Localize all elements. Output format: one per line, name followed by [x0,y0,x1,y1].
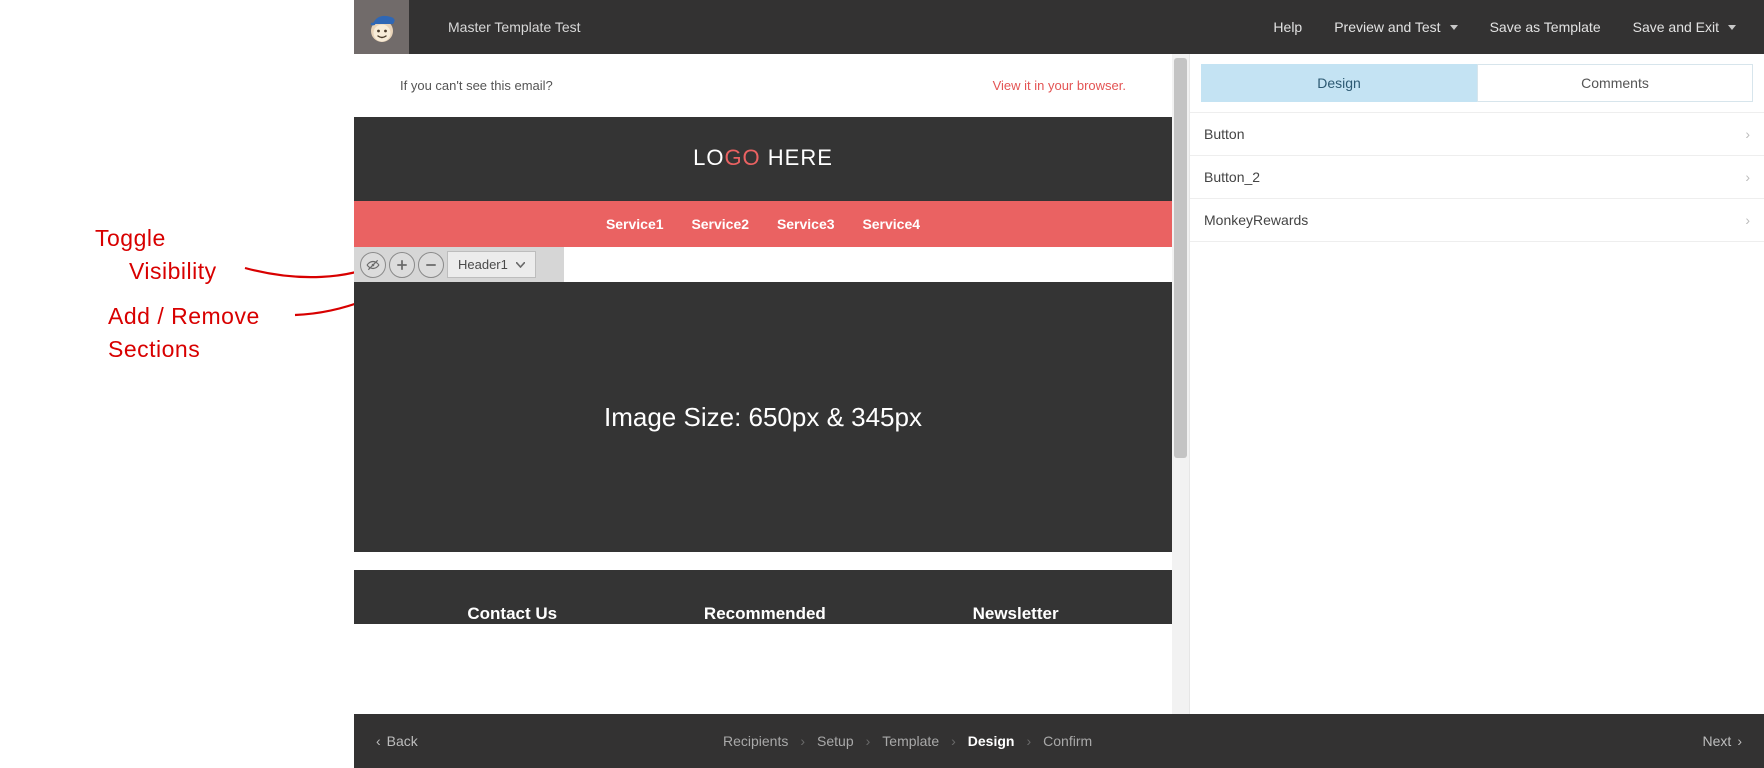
footer-col: Contact Us [467,604,557,624]
sidebar-item-monkeyrewards[interactable]: MonkeyRewards › [1190,199,1764,242]
right-sidebar: Design Comments Button › Button_2 › Monk… [1189,54,1764,714]
sidebar-item-label: Button [1204,126,1244,142]
services-nav[interactable]: Service1 Service2 Service3 Service4 [354,201,1172,247]
sidebar-item-button[interactable]: Button › [1190,113,1764,156]
save-and-exit-dropdown[interactable]: Save and Exit [1633,19,1736,35]
email-canvas: If you can't see this email? View it in … [354,54,1189,714]
service-link[interactable]: Service2 [691,216,749,232]
save-as-template-button[interactable]: Save as Template [1490,19,1601,35]
annotation-line1b: Add / Remove [108,303,260,329]
spacer [354,552,1172,570]
scrollbar-thumb[interactable] [1174,58,1187,458]
chevron-down-icon [516,262,525,268]
preheader-text: If you can't see this email? [400,78,553,93]
service-link[interactable]: Service3 [777,216,835,232]
step-separator: › [1026,733,1031,749]
top-bar: Master Template Test Help Preview and Te… [354,0,1764,54]
chevron-right-icon: › [1737,733,1742,749]
next-button[interactable]: Next › [1703,733,1742,749]
sidebar-item-label: Button_2 [1204,169,1260,185]
sidebar-tabs: Design Comments [1190,54,1764,102]
next-label: Next [1703,733,1732,749]
annotation-toggle-visibility: Toggle Visibility [95,222,217,289]
chevron-right-icon: › [1745,126,1750,142]
document-title: Master Template Test [448,19,581,35]
step-separator: › [800,733,805,749]
wizard-steps: Recipients › Setup › Template › Design ›… [723,733,1092,749]
chevron-right-icon: › [1745,212,1750,228]
help-link[interactable]: Help [1273,19,1302,35]
footer-col: Newsletter [973,604,1059,624]
sidebar-list: Button › Button_2 › MonkeyRewards › [1190,112,1764,242]
section-selector-label: Header1 [458,257,508,272]
remove-section-button[interactable] [418,252,444,278]
step-confirm[interactable]: Confirm [1043,733,1092,749]
step-template[interactable]: Template [882,733,939,749]
annotation-add-remove: Add / Remove Sections [108,300,260,367]
eye-slash-icon [366,258,380,272]
step-setup[interactable]: Setup [817,733,854,749]
service-link[interactable]: Service4 [862,216,920,232]
save-template-label: Save as Template [1490,19,1601,35]
hero-placeholder-text: Image Size: 650px & 345px [604,402,922,433]
preheader: If you can't see this email? View it in … [354,54,1172,117]
email-preview: If you can't see this email? View it in … [354,54,1172,624]
plus-icon [395,258,409,272]
save-exit-label: Save and Exit [1633,19,1719,35]
toggle-visibility-button[interactable] [360,252,386,278]
minus-icon [424,258,438,272]
footer-columns[interactable]: Contact Us Recommended Newsletter [354,570,1172,624]
logo-band[interactable]: LOGO HERE [354,117,1172,201]
footer-col: Recommended [704,604,826,624]
help-label: Help [1273,19,1302,35]
sidebar-item-label: MonkeyRewards [1204,212,1308,228]
section-controls: Header1 [354,247,564,282]
back-label: Back [387,733,418,749]
back-button[interactable]: ‹ Back [376,733,418,749]
mailchimp-logo[interactable] [354,0,409,54]
top-actions: Help Preview and Test Save as Template S… [1273,19,1764,35]
chevron-right-icon: › [1745,169,1750,185]
step-separator: › [951,733,956,749]
annotation-line2: Visibility [95,258,217,284]
step-recipients[interactable]: Recipients [723,733,788,749]
hero-image-block[interactable]: Image Size: 650px & 345px [354,282,1172,552]
section-selector-dropdown[interactable]: Header1 [447,251,536,278]
annotation-line2b: Sections [108,336,200,362]
chevron-left-icon: ‹ [376,733,381,749]
sidebar-item-button-2[interactable]: Button_2 › [1190,156,1764,199]
logo-part-3: HERE [761,145,833,170]
step-separator: › [866,733,871,749]
tab-comments[interactable]: Comments [1477,64,1753,102]
service-link[interactable]: Service1 [606,216,664,232]
tab-design[interactable]: Design [1201,64,1477,102]
add-section-button[interactable] [389,252,415,278]
annotation-line1: Toggle [95,225,166,251]
monkey-icon [364,9,400,45]
preview-test-dropdown[interactable]: Preview and Test [1334,19,1457,35]
step-design[interactable]: Design [968,733,1015,749]
logo-part-1: LO [693,145,724,170]
preview-label: Preview and Test [1334,19,1440,35]
view-in-browser-link[interactable]: View it in your browser. [993,78,1126,93]
canvas-scrollbar[interactable] [1172,54,1189,714]
logo-part-2: GO [724,145,760,170]
bottom-step-bar: ‹ Back Recipients › Setup › Template › D… [354,714,1764,768]
main-row: If you can't see this email? View it in … [354,54,1764,714]
